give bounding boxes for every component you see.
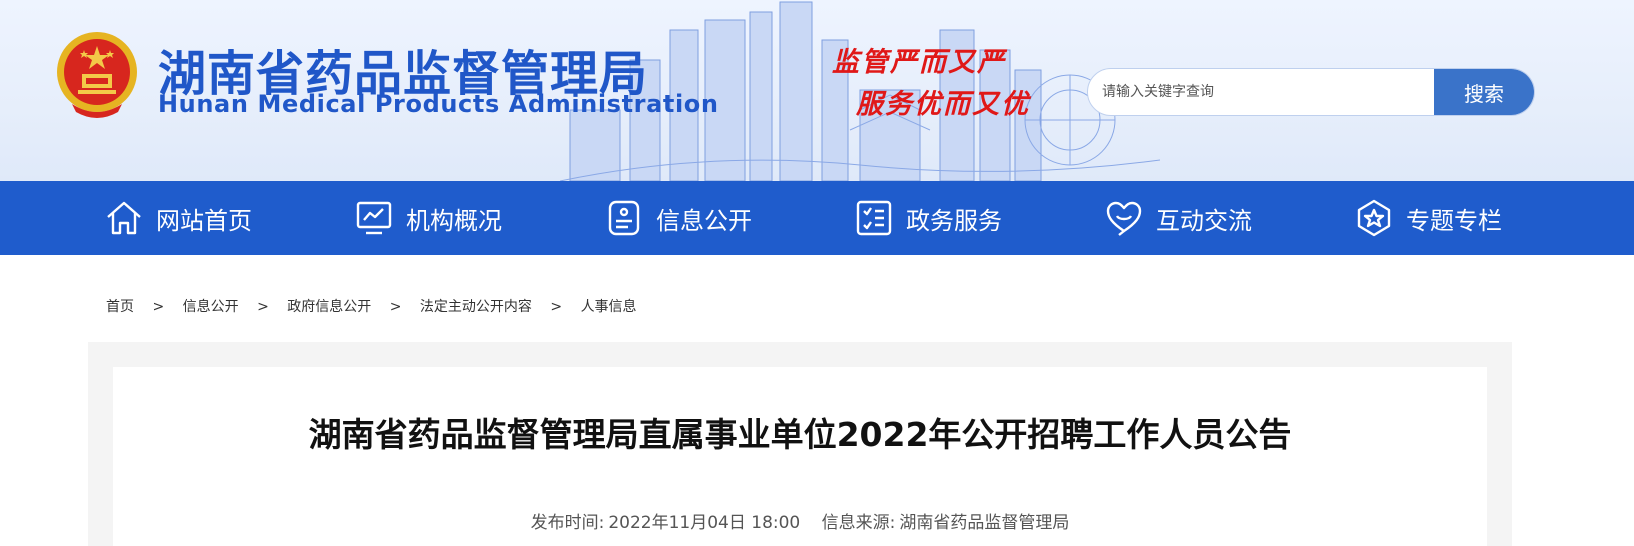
nav-item-label: 政务服务 <box>906 206 1002 235</box>
breadcrumb-link-home[interactable]: 首页 <box>106 299 134 315</box>
nav-item-label: 机构概况 <box>406 206 502 235</box>
checklist-icon <box>856 200 892 236</box>
home-icon <box>107 201 141 235</box>
document-icon <box>608 200 640 236</box>
nav-item-info-disclosure[interactable]: 信息公开 <box>604 181 752 255</box>
breadcrumb-separator: > <box>389 299 402 315</box>
breadcrumb-link-gov-info[interactable]: 政府信息公开 <box>287 299 371 315</box>
slogan-line-2: 服务优而又优 <box>856 89 1030 120</box>
breadcrumb: 首页 > 信息公开 > 政府信息公开 > 法定主动公开内容 > 人事信息 <box>106 296 637 316</box>
nav-item-label: 专题专栏 <box>1406 206 1502 235</box>
breadcrumb-separator: > <box>152 299 165 315</box>
nav-item-label: 网站首页 <box>156 206 252 235</box>
nav-item-interaction[interactable]: 互动交流 <box>1104 181 1252 255</box>
site-header: 湖南省药品监督管理局 Hunan Medical Products Admini… <box>0 0 1634 181</box>
main-nav: 网站首页 机构概况 信息公开 政务服务 互动交流 专题专栏 <box>0 181 1634 255</box>
nav-item-label: 信息公开 <box>656 206 752 235</box>
nav-item-services[interactable]: 政务服务 <box>854 181 1002 255</box>
slogan-line-1: 监管严而又严 <box>832 47 1006 78</box>
breadcrumb-link-statutory-content[interactable]: 法定主动公开内容 <box>420 299 532 315</box>
breadcrumb-link-personnel[interactable]: 人事信息 <box>581 299 637 315</box>
breadcrumb-separator: > <box>257 299 269 315</box>
article-meta: 发布时间: 2022年11月04日 18:00 信息来源: 湖南省药品监督管理局 <box>113 508 1487 533</box>
breadcrumb-link-info-disclosure[interactable]: 信息公开 <box>183 299 239 315</box>
source-value: 湖南省药品监督管理局 <box>899 513 1070 533</box>
nav-item-label: 互动交流 <box>1156 206 1252 235</box>
search-box: 搜索 <box>1087 68 1535 116</box>
heart-chat-icon <box>1106 201 1142 236</box>
search-button[interactable]: 搜索 <box>1434 69 1534 115</box>
nav-item-topics[interactable]: 专题专栏 <box>1354 181 1502 255</box>
monitor-chart-icon <box>356 201 392 235</box>
article-title: 湖南省药品监督管理局直属事业单位2022年公开招聘工作人员公告 <box>308 415 1292 454</box>
publish-time-label: 发布时间: <box>530 513 605 533</box>
national-emblem-icon <box>57 32 137 118</box>
nav-item-about[interactable]: 机构概况 <box>354 181 502 255</box>
site-title-en: Hunan Medical Products Administration <box>158 90 719 118</box>
breadcrumb-separator: > <box>550 299 563 315</box>
nav-item-home[interactable]: 网站首页 <box>104 181 252 255</box>
source-label: 信息来源: <box>821 513 896 533</box>
search-input[interactable] <box>1088 69 1436 115</box>
star-badge-icon <box>1357 199 1391 237</box>
publish-time: 2022年11月04日 18:00 <box>608 513 801 533</box>
